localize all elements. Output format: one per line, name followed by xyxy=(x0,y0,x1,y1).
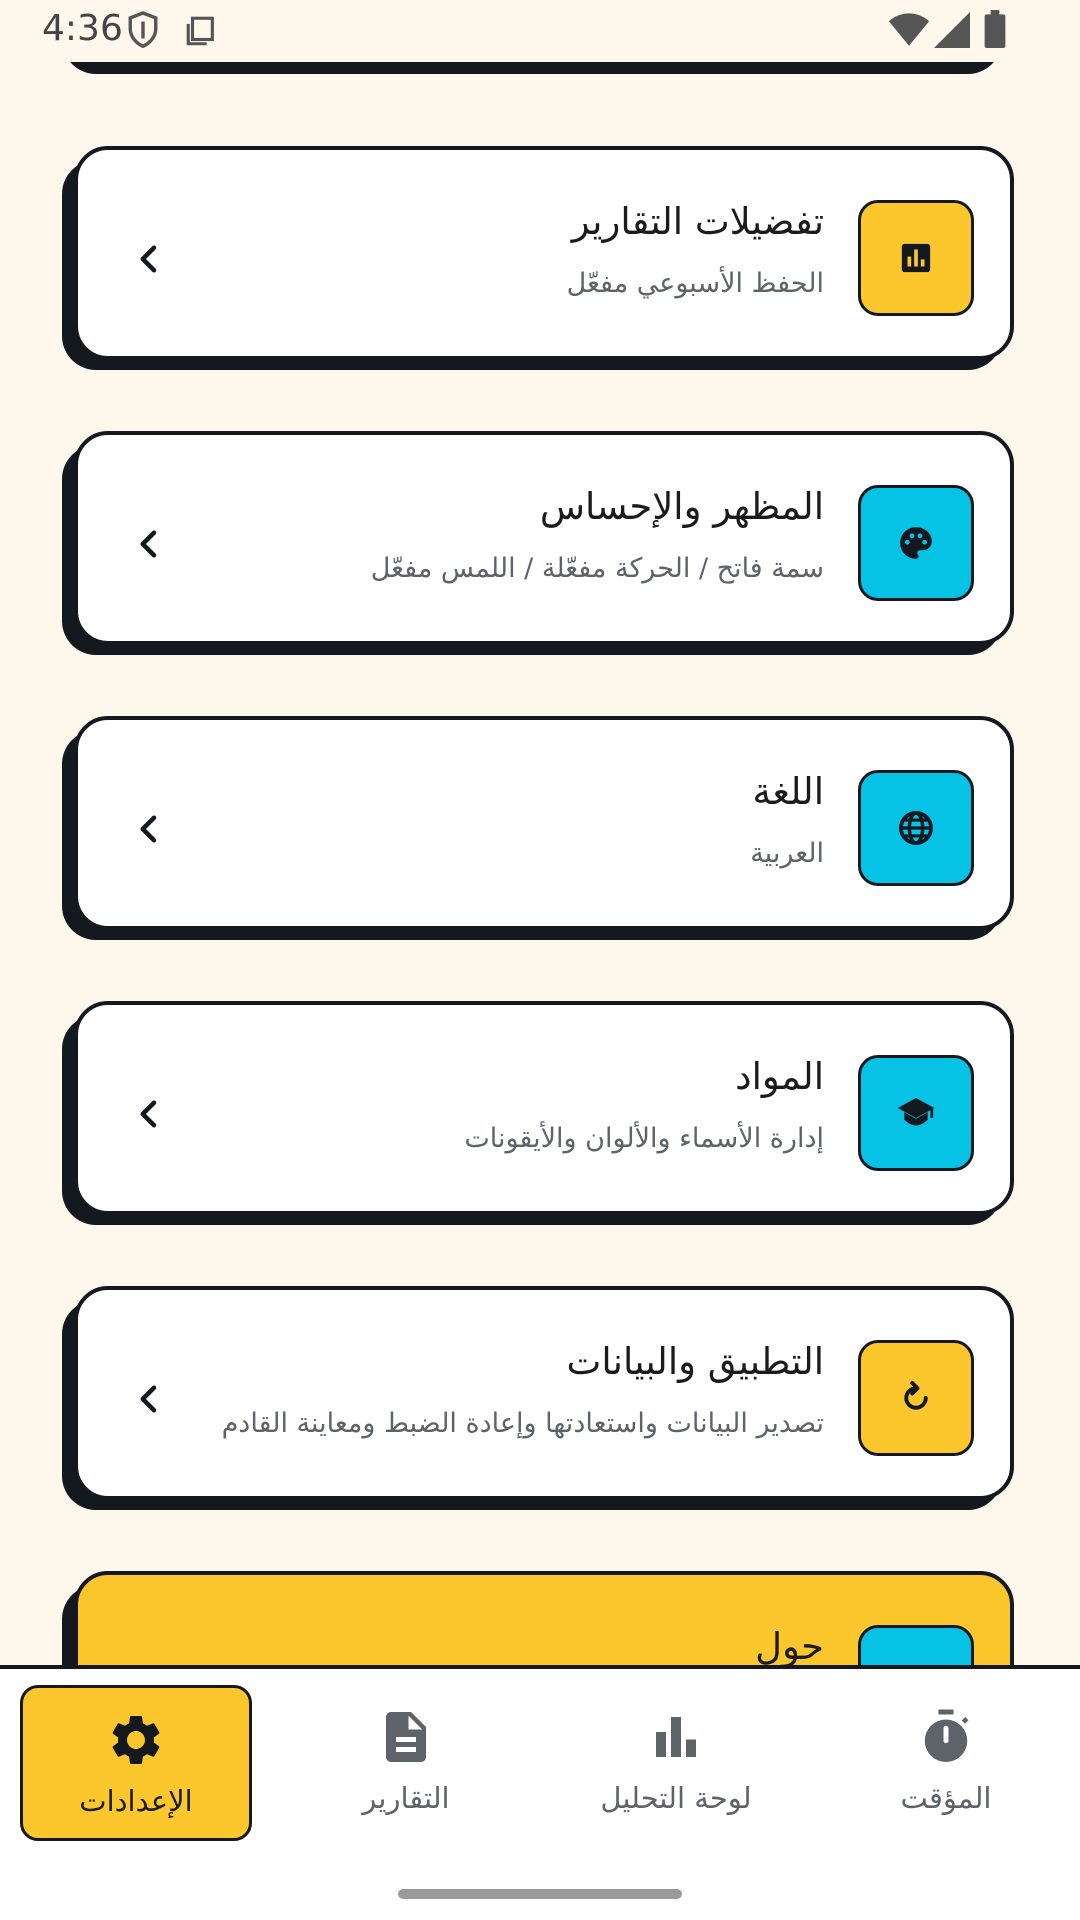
language-card[interactable]: اللغة العربية xyxy=(62,716,1016,940)
nav-settings[interactable]: الإعدادات xyxy=(20,1685,252,1841)
home-indicator[interactable] xyxy=(398,1889,682,1899)
signal-icon xyxy=(934,12,970,52)
app-and-data-card[interactable]: التطبيق والبيانات تصدير البيانات واستعاد… xyxy=(62,1286,1016,1510)
status-bar: 4:36 xyxy=(0,0,1080,62)
card-title: حول xyxy=(755,1625,824,1668)
card-subtitle: الحفظ الأسبوعي مفعّل xyxy=(566,268,824,299)
nav-label: التقارير xyxy=(362,1781,450,1815)
card-title: المظهر والإحساس xyxy=(539,485,824,528)
gear-icon xyxy=(112,1716,160,1764)
card-title: المواد xyxy=(735,1055,824,1098)
palette-icon xyxy=(858,485,974,601)
nav-label: لوحة التحليل xyxy=(600,1781,752,1815)
bottom-navigation: الإعدادات التقارير لوحة التحليل المؤقت xyxy=(0,1665,1080,1920)
graduation-cap-icon xyxy=(858,1055,974,1171)
battery-icon xyxy=(984,10,1006,52)
status-time: 4:36 xyxy=(42,8,123,49)
subjects-card[interactable]: المواد إدارة الأسماء والألوان والأيقونات xyxy=(62,1001,1016,1225)
nav-reports[interactable]: التقارير xyxy=(290,1685,522,1841)
report-preferences-card[interactable]: تفضيلات التقارير الحفظ الأسبوعي مفعّل xyxy=(62,146,1016,370)
wifi-icon xyxy=(888,12,930,52)
card-title: التطبيق والبيانات xyxy=(566,1340,824,1383)
card-subtitle: سمة فاتح / الحركة مفعّلة / اللمس مفعّل xyxy=(370,553,824,584)
document-icon xyxy=(386,1712,426,1762)
card-title: تفضيلات التقارير xyxy=(571,200,824,243)
nav-dashboard[interactable]: لوحة التحليل xyxy=(560,1685,792,1841)
globe-icon xyxy=(858,770,974,886)
card-title: اللغة xyxy=(752,770,825,813)
chevron-left-icon xyxy=(140,1385,157,1413)
clipboard-icon xyxy=(184,14,218,52)
shield-icon xyxy=(126,10,160,54)
nav-label: المؤقت xyxy=(900,1781,992,1815)
bar-chart-icon xyxy=(656,1717,696,1757)
nav-timer[interactable]: المؤقت xyxy=(830,1685,1062,1841)
chevron-left-icon xyxy=(140,1100,157,1128)
chevron-left-icon xyxy=(140,815,157,843)
card-subtitle: إدارة الأسماء والألوان والأيقونات xyxy=(464,1123,824,1154)
card-subtitle: العربية xyxy=(750,838,824,869)
chevron-left-icon xyxy=(140,245,157,273)
restore-icon xyxy=(858,1340,974,1456)
bar-chart-icon xyxy=(858,200,974,316)
appearance-card[interactable]: المظهر والإحساس سمة فاتح / الحركة مفعّلة… xyxy=(62,431,1016,655)
chevron-left-icon xyxy=(140,530,157,558)
stopwatch-icon xyxy=(924,1709,969,1762)
card-subtitle: تصدير البيانات واستعادتها وإعادة الضبط و… xyxy=(221,1408,824,1439)
nav-label: الإعدادات xyxy=(79,1784,193,1818)
